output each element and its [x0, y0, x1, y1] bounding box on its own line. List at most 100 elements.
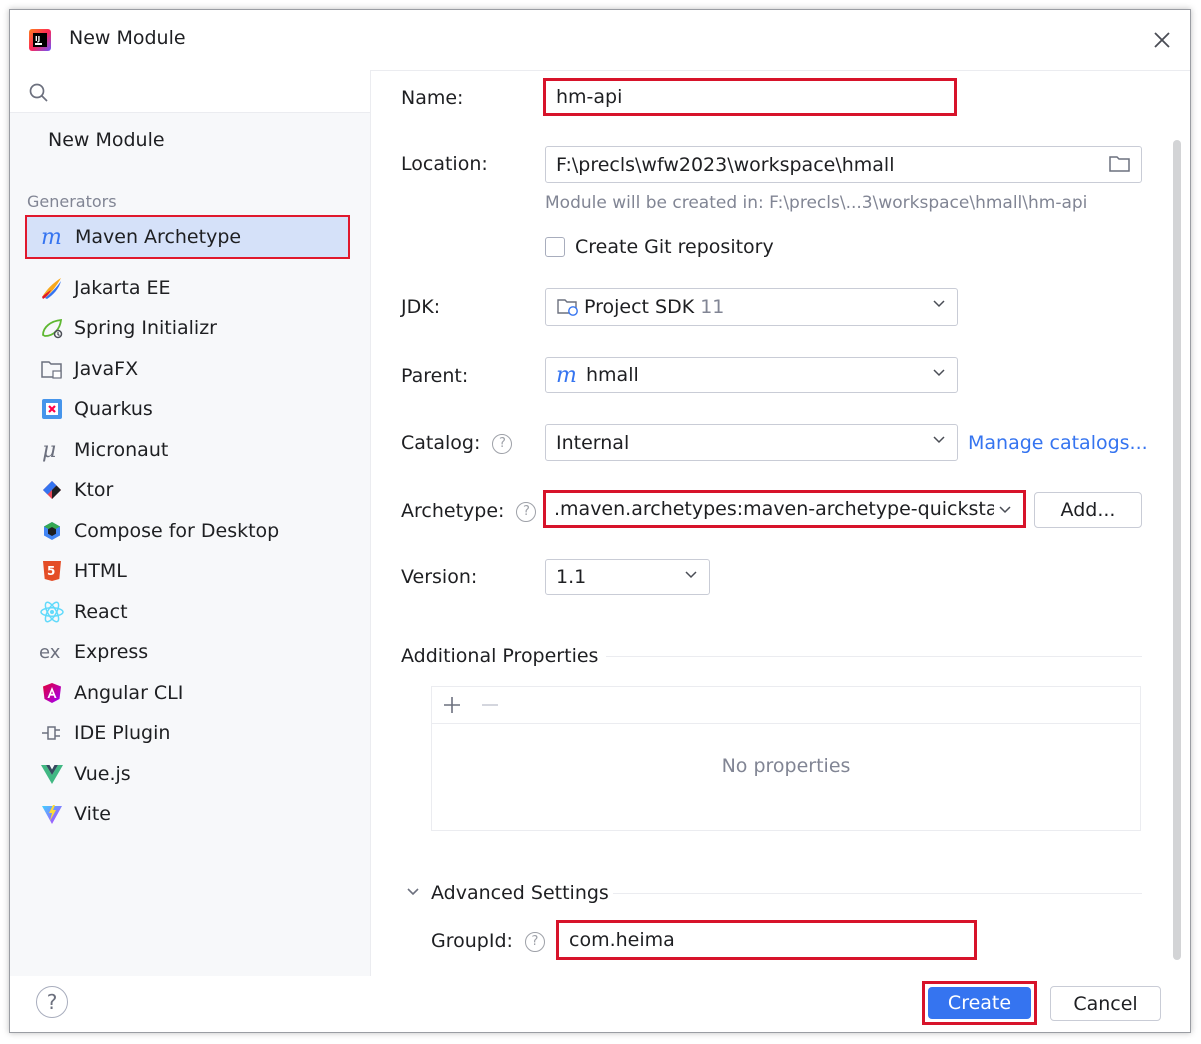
sidebar-item-new-module[interactable]: New Module — [48, 129, 165, 151]
sidebar-item-html[interactable]: 5 HTML — [26, 552, 350, 590]
jakarta-ee-icon — [38, 274, 66, 302]
express-icon: ex — [38, 638, 66, 666]
groupid-field[interactable]: com.heima — [556, 920, 977, 960]
sidebar-item-label: Compose for Desktop — [74, 520, 280, 542]
no-properties-text: No properties — [721, 755, 851, 777]
sidebar-item-angular-cli[interactable]: Angular CLI — [26, 674, 350, 712]
jdk-label: JDK: — [401, 296, 441, 318]
window-title: New Module — [69, 27, 186, 49]
create-git-checkbox[interactable] — [545, 237, 565, 257]
sidebar-item-label: Ktor — [74, 479, 114, 501]
svg-text:m: m — [556, 365, 577, 385]
sidebar-item-label: Vite — [74, 803, 111, 825]
sidebar: New Module Generators m Maven Archetype … — [10, 70, 371, 976]
sidebar-item-express[interactable]: ex Express — [26, 633, 350, 671]
generators-label: Generators — [27, 192, 117, 211]
create-git-label: Create Git repository — [575, 236, 774, 258]
browse-folder-icon[interactable] — [1108, 154, 1132, 174]
scrollbar-thumb[interactable] — [1173, 140, 1181, 960]
archetype-value: .maven.archetypes:maven-archetype-quicks… — [554, 498, 994, 520]
new-module-dialog: IJ New Module New Module Generators m Ma… — [9, 9, 1191, 1033]
add-icon[interactable] — [442, 695, 462, 715]
sidebar-item-label: Micronaut — [74, 439, 169, 461]
name-field[interactable]: hm-api — [543, 78, 957, 116]
advanced-settings-toggle[interactable]: Advanced Settings — [431, 882, 609, 904]
properties-toolbar — [432, 687, 1140, 724]
sidebar-item-javafx[interactable]: JavaFX — [26, 350, 350, 388]
folder-icon — [38, 355, 66, 383]
location-value: F:\precls\wfw2023\workspace\hmall — [556, 153, 895, 176]
name-label: Name: — [401, 87, 464, 109]
sidebar-item-compose-for-desktop[interactable]: Compose for Desktop — [26, 512, 350, 550]
vite-icon — [38, 800, 66, 828]
sidebar-search[interactable] — [10, 70, 370, 113]
dialog-footer: ? Create Cancel — [10, 976, 1190, 1032]
create-button[interactable]: Create — [928, 987, 1031, 1019]
chevron-down-icon — [933, 369, 945, 377]
svg-text:ex: ex — [39, 642, 61, 662]
help-button[interactable]: ? — [36, 986, 68, 1018]
jdk-value: Project SDK — [584, 296, 695, 318]
help-icon[interactable]: ? — [516, 501, 537, 522]
form-scrollbar[interactable] — [1173, 140, 1182, 960]
quarkus-icon — [38, 395, 66, 423]
parent-value: hmall — [586, 364, 639, 386]
jdk-select[interactable]: Project SDK 11 — [545, 288, 958, 326]
svg-text:μ: μ — [42, 438, 56, 462]
sidebar-item-label: Quarkus — [74, 398, 153, 420]
angular-icon — [38, 679, 66, 707]
version-value: 1.1 — [556, 566, 587, 588]
version-select[interactable]: 1.1 — [545, 559, 710, 595]
close-button[interactable] — [1148, 26, 1176, 54]
manage-catalogs-link[interactable]: Manage catalogs... — [968, 432, 1148, 454]
catalog-label-text: Catalog: — [401, 432, 481, 454]
search-icon — [29, 83, 48, 102]
sdk-folder-icon — [557, 299, 578, 316]
maven-icon: m — [39, 223, 67, 251]
sidebar-item-micronaut[interactable]: μ Micronaut — [26, 431, 350, 469]
sidebar-item-label: Express — [74, 641, 149, 663]
properties-table: No properties — [431, 686, 1141, 831]
sidebar-item-vite[interactable]: Vite — [26, 795, 350, 833]
name-value: hm-api — [556, 86, 623, 108]
sidebar-item-ktor[interactable]: Ktor — [26, 471, 350, 509]
additional-properties-title: Additional Properties — [401, 645, 599, 667]
help-icon[interactable]: ? — [524, 931, 545, 952]
parent-select[interactable]: m hmall — [545, 357, 958, 393]
catalog-label: Catalog: ? — [401, 432, 513, 454]
spring-icon — [38, 314, 66, 342]
sidebar-item-vuejs[interactable]: Vue.js — [26, 755, 350, 793]
help-icon[interactable]: ? — [492, 433, 513, 454]
chevron-down-icon — [933, 300, 945, 308]
chevron-down-icon[interactable] — [406, 887, 420, 897]
plugin-icon — [38, 719, 66, 747]
ktor-icon — [38, 476, 66, 504]
sidebar-item-label: Maven Archetype — [75, 226, 242, 248]
close-icon — [1154, 32, 1170, 48]
sidebar-item-quarkus[interactable]: Quarkus — [26, 390, 350, 428]
location-label: Location: — [401, 153, 488, 175]
parent-label: Parent: — [401, 365, 469, 387]
sidebar-item-ide-plugin[interactable]: IDE Plugin — [26, 714, 350, 752]
vue-icon — [38, 760, 66, 788]
remove-icon[interactable] — [480, 695, 500, 715]
sidebar-item-label: Spring Initializr — [74, 317, 217, 339]
sidebar-item-label: Angular CLI — [74, 682, 184, 704]
location-field[interactable]: F:\precls\wfw2023\workspace\hmall — [545, 146, 1142, 183]
archetype-select[interactable]: .maven.archetypes:maven-archetype-quicks… — [543, 490, 1026, 528]
intellij-logo-icon: IJ — [26, 26, 54, 54]
sidebar-item-label: React — [74, 601, 128, 623]
groupid-value: com.heima — [569, 929, 675, 951]
location-hint: Module will be created in: F:\precls\...… — [545, 193, 1088, 213]
sidebar-item-spring-initializr[interactable]: Spring Initializr — [26, 309, 350, 347]
sidebar-item-maven-archetype[interactable]: m Maven Archetype — [25, 215, 350, 259]
add-archetype-button[interactable]: Add... — [1034, 492, 1142, 528]
sidebar-item-react[interactable]: React — [26, 593, 350, 631]
sidebar-item-label: IDE Plugin — [74, 722, 171, 744]
groupid-label: GroupId: ? — [431, 930, 545, 952]
section-divider — [613, 893, 1142, 894]
sidebar-item-label: Jakarta EE — [74, 277, 171, 299]
sidebar-item-jakarta-ee[interactable]: Jakarta EE — [26, 269, 350, 307]
cancel-button[interactable]: Cancel — [1050, 986, 1161, 1021]
catalog-select[interactable]: Internal — [545, 424, 958, 461]
